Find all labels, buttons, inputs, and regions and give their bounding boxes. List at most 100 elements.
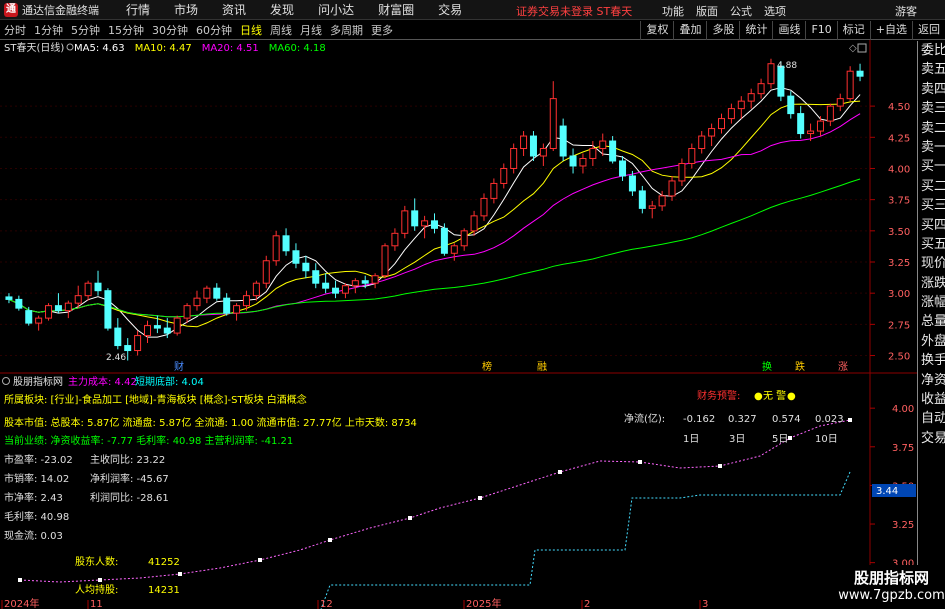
side-item-0[interactable]: 委比 xyxy=(918,41,945,60)
menu-item-6[interactable]: 交易 xyxy=(426,1,474,18)
side-item-13[interactable]: 涨幅 xyxy=(918,293,945,312)
side-item-14[interactable]: 总量 xyxy=(918,312,945,331)
tool-button-7[interactable]: +自选 xyxy=(869,21,912,40)
watermark-url: www.7gpzb.com xyxy=(838,588,945,603)
short-bottom: 短期底部: 4.04 xyxy=(135,375,204,388)
candle-body xyxy=(322,282,330,289)
period-tab-9[interactable]: 多周期 xyxy=(326,22,367,38)
side-item-6[interactable]: 买一 xyxy=(918,157,945,176)
candle-body xyxy=(787,95,795,115)
event-marker[interactable]: 财 xyxy=(174,360,184,373)
candle-body xyxy=(767,63,775,85)
event-marker[interactable]: 榜 xyxy=(482,360,492,373)
period-tab-7[interactable]: 周线 xyxy=(266,22,296,38)
netflow-value: 0.574 xyxy=(772,414,801,425)
login-notice[interactable]: 证券交易未登录 ST春天 xyxy=(516,3,632,19)
menu-item-0[interactable]: 行情 xyxy=(114,1,162,18)
lower-point xyxy=(408,516,412,520)
candle-body xyxy=(569,155,577,167)
candle-body xyxy=(480,197,488,217)
side-item-7[interactable]: 买二 xyxy=(918,177,945,196)
candle-body xyxy=(589,148,597,159)
event-marker[interactable]: 融 xyxy=(537,361,547,373)
right-menu: 功能 版面 公式 选项 xyxy=(662,3,798,19)
side-item-12[interactable]: 涨跌 xyxy=(918,274,945,293)
period-tab-10[interactable]: 更多 xyxy=(367,22,397,38)
lower-point xyxy=(258,558,262,562)
side-item-16[interactable]: 换手 xyxy=(918,351,945,370)
menu-item-3[interactable]: 发现 xyxy=(258,1,306,18)
menu-item-4[interactable]: 问小达 xyxy=(306,1,366,18)
netflow-label: 净流(亿): xyxy=(624,412,665,425)
menu-item-2[interactable]: 资讯 xyxy=(210,1,258,18)
period-tab-0[interactable]: 分时 xyxy=(0,22,30,38)
tool-button-3[interactable]: 统计 xyxy=(739,21,772,40)
right-menu-item-2[interactable]: 公式 xyxy=(730,3,752,19)
candle-body xyxy=(54,305,62,312)
event-marker[interactable]: 涨 xyxy=(838,361,848,373)
candle-body xyxy=(718,118,725,130)
side-item-5[interactable]: 卖一 xyxy=(918,138,945,157)
date-label: 11 xyxy=(90,599,103,609)
ma-legend-item: MA60: 4.18 xyxy=(269,43,326,54)
period-tab-6[interactable]: 日线 xyxy=(236,22,266,38)
period-tabs: 分时 1分钟 5分钟 15分钟 30分钟 60分钟 日线 周线 月线 多周期 更多 xyxy=(0,22,397,38)
app-title: 通达信金融终端 xyxy=(22,3,99,17)
candle-body xyxy=(490,182,498,199)
candle-body xyxy=(708,128,716,137)
tool-button-8[interactable]: 返回 xyxy=(912,21,945,40)
stat-left: 现金流: 0.03 xyxy=(4,529,63,542)
side-item-8[interactable]: 买三 xyxy=(918,196,945,215)
side-item-2[interactable]: 卖四 xyxy=(918,80,945,99)
warning-state: ● xyxy=(754,391,763,402)
period-tab-5[interactable]: 60分钟 xyxy=(192,22,236,38)
period-tab-8[interactable]: 月线 xyxy=(296,22,326,38)
right-menu-item-1[interactable]: 版面 xyxy=(696,3,718,19)
side-item-9[interactable]: 买四 xyxy=(918,216,945,235)
tool-button-2[interactable]: 多股 xyxy=(706,21,739,40)
candle-body xyxy=(104,290,112,329)
warning-dot: ● xyxy=(787,391,796,402)
period-tab-4[interactable]: 30分钟 xyxy=(148,22,192,38)
candle-body xyxy=(94,282,102,292)
app-logo-icon: 通 xyxy=(4,2,18,17)
candle-body xyxy=(371,275,379,284)
candle-body xyxy=(737,100,745,110)
side-item-4[interactable]: 卖二 xyxy=(918,119,945,138)
side-item-10[interactable]: 买五 xyxy=(918,235,945,254)
side-item-11[interactable]: 现价 xyxy=(918,254,945,273)
guest-button[interactable]: 游客 xyxy=(895,3,917,19)
side-item-3[interactable]: 卖三 xyxy=(918,99,945,118)
chart-area[interactable]: 4.50 4.25 4.00 3.75 3.50 3.25 3.00 2.75 2.50 财 榜 融… xyxy=(0,40,917,609)
candle-body xyxy=(292,250,300,264)
chart-tools: 复权 叠加 多股 统计 画线 F10 标记 +自选 返回 xyxy=(640,21,945,40)
side-item-1[interactable]: 卖五 xyxy=(918,60,945,79)
menu-item-1[interactable]: 市场 xyxy=(162,1,210,18)
candle-body xyxy=(351,280,359,287)
period-tab-3[interactable]: 15分钟 xyxy=(104,22,148,38)
indicator-name: 股朋指标网 xyxy=(13,375,63,388)
tool-button-1[interactable]: 叠加 xyxy=(673,21,706,40)
price-tag-value: 3.44 xyxy=(876,486,898,497)
period-tab-1[interactable]: 1分钟 xyxy=(30,22,67,38)
event-marker[interactable]: 跌 xyxy=(795,360,805,373)
event-marker[interactable]: 换 xyxy=(762,360,772,373)
ma-legend-item: MA20: 4.51 xyxy=(202,43,259,54)
tool-button-5[interactable]: F10 xyxy=(805,21,836,40)
side-item-19[interactable]: 自动 xyxy=(918,409,945,428)
menu-item-5[interactable]: 财富圈 xyxy=(366,1,426,18)
right-menu-item-0[interactable]: 功能 xyxy=(662,3,684,19)
side-item-15[interactable]: 外盘 xyxy=(918,332,945,351)
tool-button-0[interactable]: 复权 xyxy=(640,21,673,40)
sector-info: 所属板块: [行业]-食品加工 [地域]-青海板块 [概念]-ST板块 白酒概念 xyxy=(4,393,307,406)
side-item-20[interactable]: 交易 xyxy=(918,429,945,448)
tool-button-6[interactable]: 标记 xyxy=(836,21,870,40)
side-item-18[interactable]: 收益 xyxy=(918,390,945,409)
diamond-icon[interactable]: ◇ xyxy=(849,43,857,54)
right-menu-item-3[interactable]: 选项 xyxy=(764,3,786,19)
period-tab-2[interactable]: 5分钟 xyxy=(67,22,104,38)
stat-left: 市销率: 14.02 xyxy=(4,472,69,485)
tool-button-4[interactable]: 画线 xyxy=(772,21,805,40)
netflow-day: 3日 xyxy=(729,434,745,445)
side-item-17[interactable]: 净资 xyxy=(918,371,945,390)
